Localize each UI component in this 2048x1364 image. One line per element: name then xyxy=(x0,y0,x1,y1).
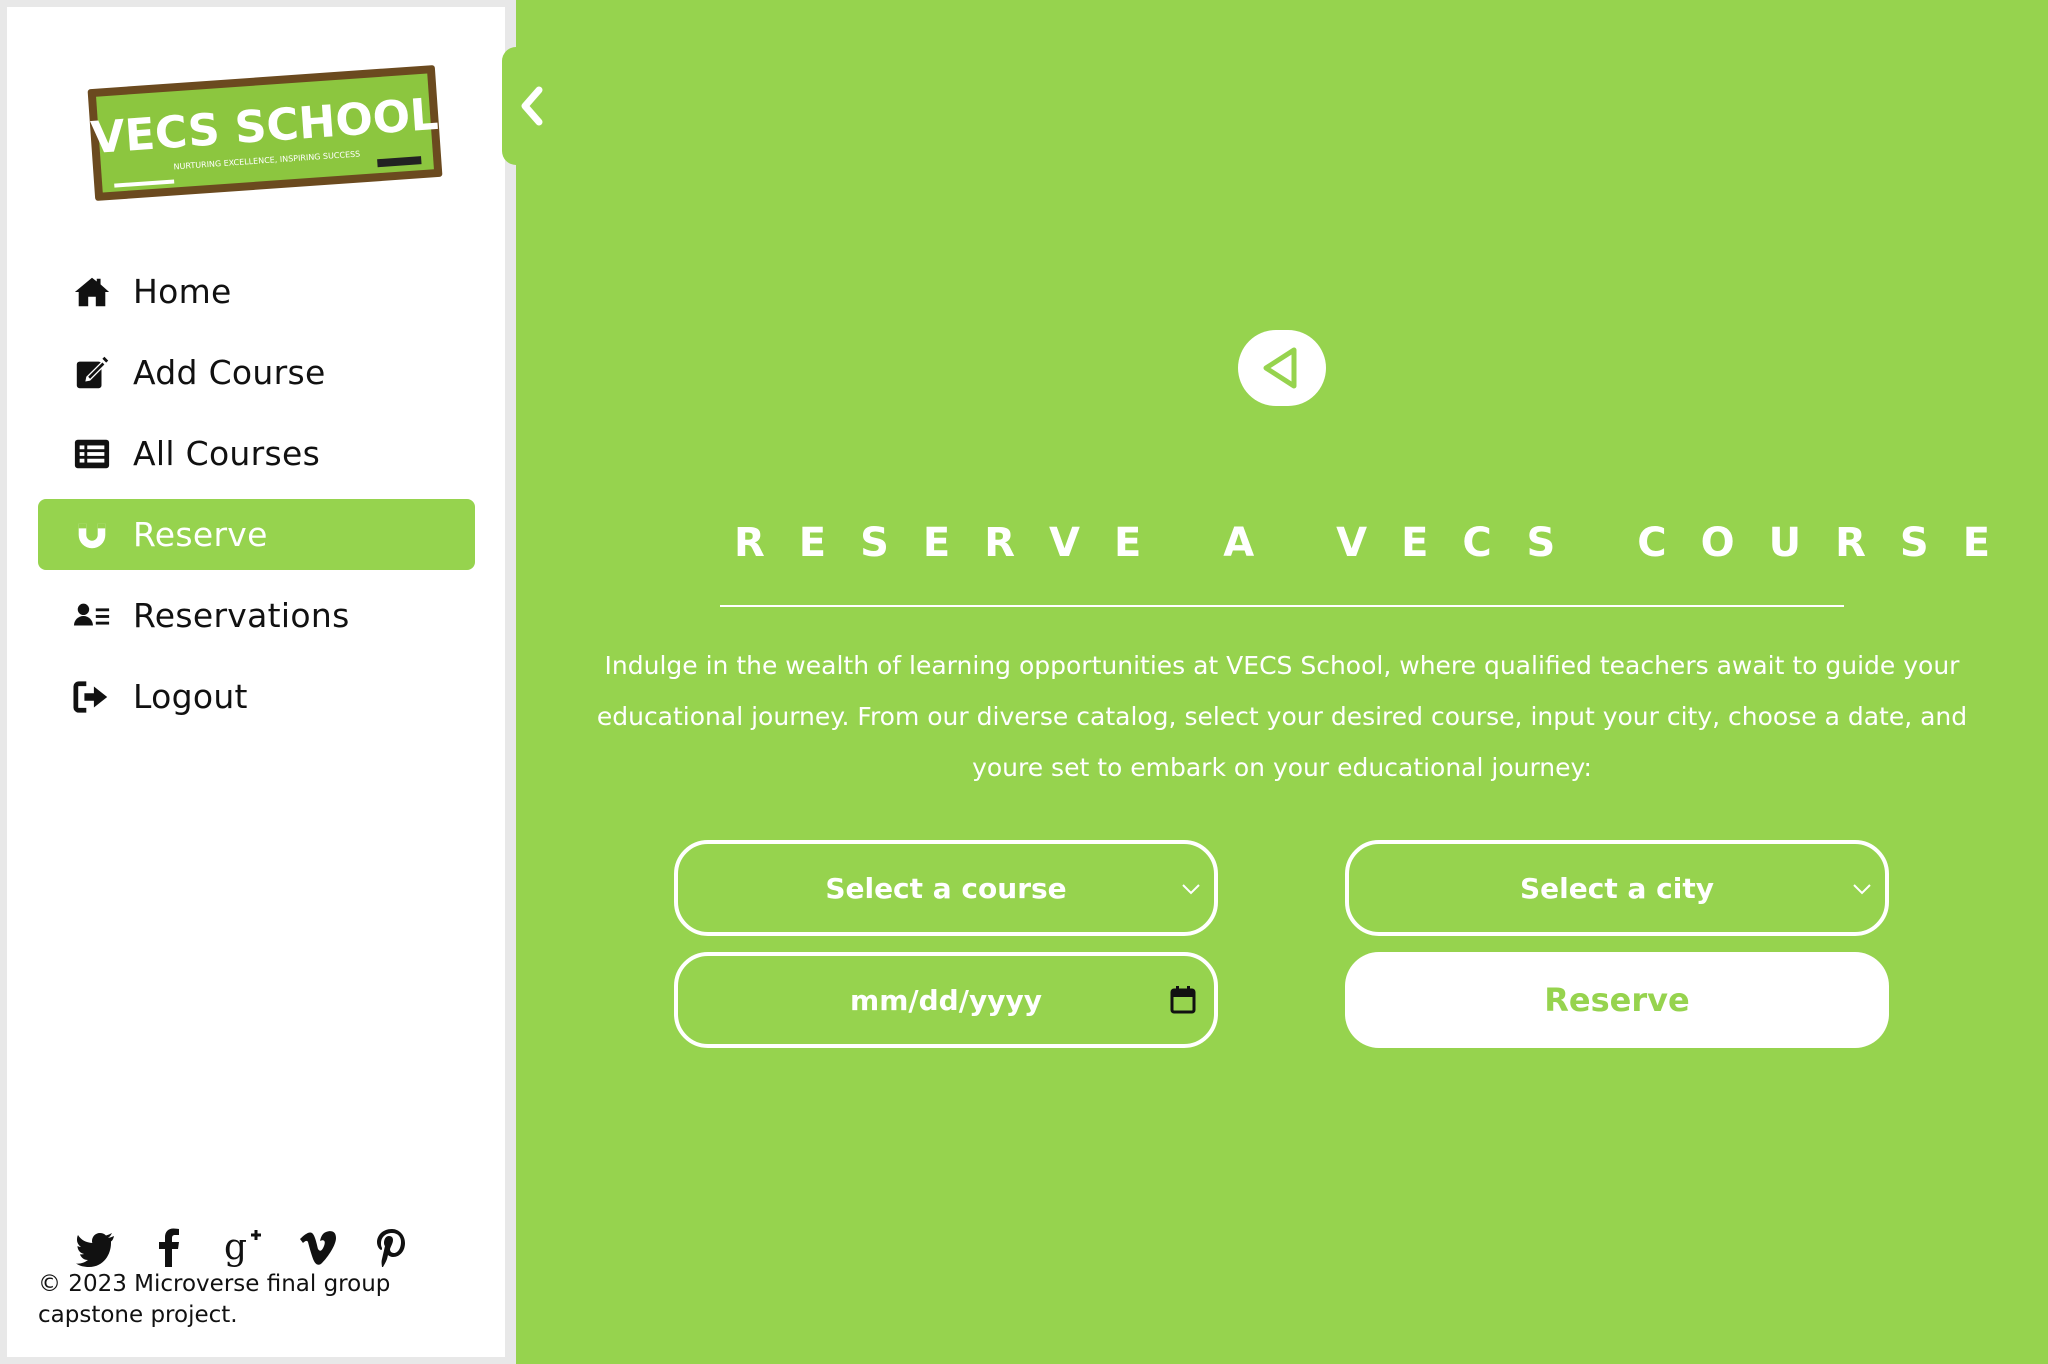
page-title: RESERVE A VECS COURSE xyxy=(734,520,2025,566)
edit-icon xyxy=(71,352,113,394)
chevron-left-icon xyxy=(521,86,543,126)
footer-copyright: © 2023 Microverse final group capstone p… xyxy=(38,1271,391,1328)
magnet-icon xyxy=(71,514,113,556)
page-description: Indulge in the wealth of learning opport… xyxy=(596,651,1968,782)
user-list-icon xyxy=(71,595,113,637)
svg-text:g: g xyxy=(224,1227,247,1267)
social-links: g xyxy=(75,1225,413,1269)
sidebar-item-reservations[interactable]: Reservations xyxy=(38,580,475,651)
pinterest-icon[interactable] xyxy=(371,1225,413,1269)
city-select[interactable]: Select a city xyxy=(1345,840,1889,936)
course-select-label: Select a course xyxy=(825,871,1067,905)
logout-icon xyxy=(71,676,113,718)
calendar-icon[interactable] xyxy=(1170,986,1196,1014)
sidebar-item-label: Reservations xyxy=(133,596,350,635)
date-input[interactable]: mm/dd/yyyy xyxy=(674,952,1218,1048)
sidebar-item-home[interactable]: Home xyxy=(38,256,475,327)
google-plus-icon[interactable]: g xyxy=(223,1225,265,1269)
title-divider xyxy=(720,605,1844,607)
course-select[interactable]: Select a course xyxy=(674,840,1218,936)
chevron-down-icon xyxy=(1182,884,1200,895)
sidebar-item-label: Add Course xyxy=(133,353,326,392)
reserve-submit-button[interactable]: Reserve xyxy=(1345,952,1889,1048)
list-icon xyxy=(71,433,113,475)
sidebar-item-add-course[interactable]: Add Course xyxy=(38,337,475,408)
twitter-icon[interactable] xyxy=(75,1225,117,1269)
sidebar-item-all-courses[interactable]: All Courses xyxy=(38,418,475,489)
sidebar-collapse-button[interactable] xyxy=(502,47,562,165)
school-logo[interactable]: VECS SCHOOL NURTURING EXCELLENCE, INSPIR… xyxy=(85,63,445,203)
sidebar-item-label: All Courses xyxy=(133,434,321,473)
home-icon xyxy=(71,271,113,313)
facebook-icon[interactable] xyxy=(149,1225,191,1269)
date-input-placeholder: mm/dd/yyyy xyxy=(850,983,1042,1017)
back-button[interactable] xyxy=(1238,330,1326,406)
chevron-down-icon xyxy=(1853,884,1871,895)
sidebar-item-label: Logout xyxy=(133,677,248,716)
sidebar-item-logout[interactable]: Logout xyxy=(38,661,475,732)
sidebar-item-label: Home xyxy=(133,272,232,311)
sidebar: VECS SCHOOL NURTURING EXCELLENCE, INSPIR… xyxy=(7,7,505,1357)
sidebar-item-label: Reserve xyxy=(133,515,268,554)
triangle-left-icon xyxy=(1263,347,1297,389)
sidebar-item-reserve[interactable]: Reserve xyxy=(38,499,475,570)
sidebar-nav: Home Add Course All Courses Reserve Rese… xyxy=(38,256,475,742)
vimeo-icon[interactable] xyxy=(297,1225,339,1269)
city-select-label: Select a city xyxy=(1520,871,1714,905)
